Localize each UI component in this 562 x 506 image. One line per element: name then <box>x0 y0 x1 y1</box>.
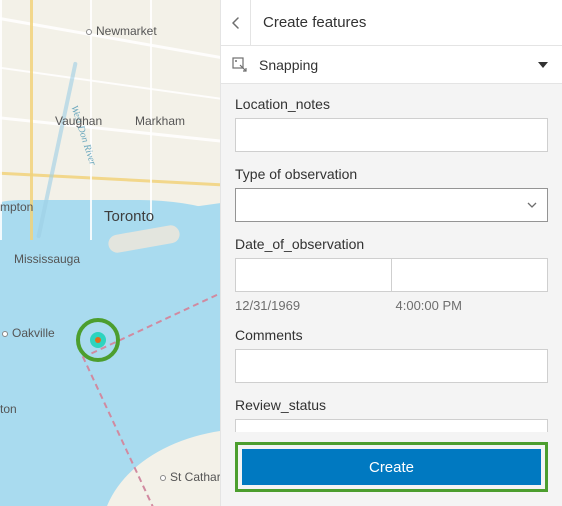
chevron-down-icon <box>527 202 537 208</box>
city-newmarket: Newmarket <box>86 24 157 38</box>
create-features-panel: Create features Snapping Location_notes <box>220 0 562 506</box>
city-ton: ton <box>0 402 17 416</box>
city-markham: Markham <box>135 114 185 128</box>
create-button-highlight: Create <box>235 442 548 492</box>
date-input[interactable] <box>235 258 391 292</box>
location-notes-label: Location_notes <box>235 96 548 112</box>
create-button[interactable]: Create <box>242 449 541 485</box>
city-oakville: Oakville <box>2 326 55 340</box>
location-notes-input[interactable] <box>235 118 548 152</box>
review-status-input[interactable] <box>235 419 548 432</box>
snapping-label: Snapping <box>259 57 538 73</box>
date-hint: 12/31/1969 <box>235 298 388 313</box>
review-status-label: Review_status <box>235 397 548 413</box>
map-canvas[interactable]: West Don River Newmarket Vaughan Markham… <box>0 0 220 506</box>
city-stcatharines: St Catharin <box>160 470 220 484</box>
chevron-left-icon <box>230 17 242 29</box>
panel-title: Create features <box>251 14 366 31</box>
back-button[interactable] <box>221 0 251 46</box>
city-mississauga: Mississauga <box>14 252 80 266</box>
snapping-toggle[interactable]: Snapping <box>221 46 562 84</box>
city-mpton: mpton <box>0 200 33 214</box>
comments-input[interactable] <box>235 349 548 383</box>
caret-down-icon <box>538 62 548 68</box>
time-hint: 4:00:00 PM <box>388 298 549 313</box>
date-of-observation-label: Date_of_observation <box>235 236 548 252</box>
city-vaughan: Vaughan <box>55 114 102 128</box>
create-button-label: Create <box>369 459 414 476</box>
city-toronto: Toronto <box>104 208 154 225</box>
comments-label: Comments <box>235 327 548 343</box>
snapping-icon <box>231 56 249 74</box>
time-input[interactable] <box>391 258 548 292</box>
type-of-observation-select[interactable] <box>235 188 548 222</box>
type-of-observation-label: Type of observation <box>235 166 548 182</box>
